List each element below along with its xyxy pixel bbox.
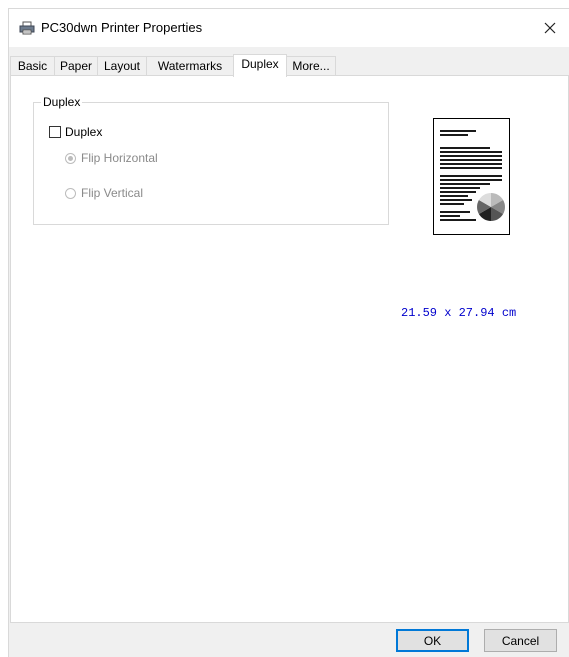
tab-layout[interactable]: Layout bbox=[97, 56, 147, 76]
close-button[interactable] bbox=[530, 9, 569, 47]
page-preview-image bbox=[434, 119, 509, 234]
flip-horizontal-row[interactable]: Flip Horizontal bbox=[65, 151, 158, 165]
ok-button[interactable]: OK bbox=[396, 629, 469, 652]
groupbox-legend: Duplex bbox=[41, 95, 83, 109]
tab-more[interactable]: More... bbox=[286, 56, 336, 76]
title-bar: PC30dwn Printer Properties bbox=[9, 9, 569, 47]
flip-vertical-row[interactable]: Flip Vertical bbox=[65, 186, 143, 200]
window-title: PC30dwn Printer Properties bbox=[41, 20, 203, 35]
flip-horizontal-label: Flip Horizontal bbox=[81, 151, 158, 165]
duplex-tab-panel: Duplex Duplex Flip Horizontal Flip Verti… bbox=[10, 75, 569, 623]
flip-horizontal-radio[interactable] bbox=[65, 152, 76, 164]
tab-paper[interactable]: Paper bbox=[54, 56, 98, 76]
tab-duplex[interactable]: Duplex bbox=[233, 54, 287, 77]
duplex-checkbox-row[interactable]: Duplex bbox=[49, 125, 102, 139]
cancel-button[interactable]: Cancel bbox=[484, 629, 557, 652]
page-preview bbox=[433, 118, 510, 235]
printer-properties-window: PC30dwn Printer Properties Basic Paper L… bbox=[8, 8, 569, 657]
tab-basic[interactable]: Basic bbox=[10, 56, 55, 76]
duplex-checkbox-label: Duplex bbox=[65, 125, 103, 139]
printer-icon bbox=[19, 21, 35, 35]
tab-watermarks[interactable]: Watermarks bbox=[146, 56, 234, 76]
close-icon bbox=[544, 18, 556, 39]
paper-size-label: 21.59 x 27.94 cm bbox=[401, 306, 517, 320]
duplex-groupbox: Duplex Duplex Flip Horizontal Flip Verti… bbox=[33, 95, 389, 225]
duplex-checkbox[interactable] bbox=[49, 126, 61, 138]
flip-vertical-label: Flip Vertical bbox=[81, 186, 144, 200]
flip-vertical-radio[interactable] bbox=[65, 187, 76, 199]
